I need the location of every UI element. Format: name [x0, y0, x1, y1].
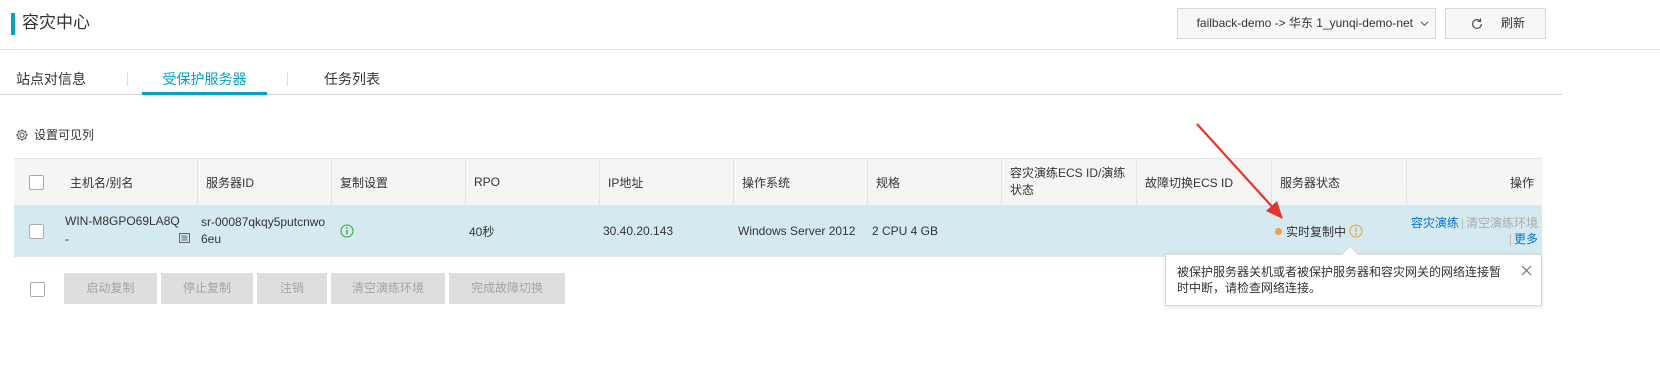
replication-settings-cell [340, 206, 354, 256]
column-divider [1136, 159, 1137, 207]
row-actions-line-1: 容灾演练 | 清空演练环境 [1411, 215, 1538, 231]
tab-divider [127, 72, 128, 86]
close-icon[interactable] [1521, 265, 1532, 276]
column-settings-label: 设置可见列 [34, 128, 95, 142]
tab-divider [287, 72, 288, 86]
tab-task-list[interactable]: 任务列表 [310, 64, 394, 95]
column-header-spec: 规格 [876, 175, 901, 190]
column-header-os: 操作系统 [742, 175, 791, 190]
dr-drill-link[interactable]: 容灾演练 [1411, 216, 1459, 230]
bulk-select-checkbox[interactable] [30, 282, 45, 297]
select-all-checkbox[interactable] [29, 174, 44, 190]
table-row: WIN-M8GPO69LA8Q - sr-00087qkqy5putcnwo6e… [14, 206, 1542, 257]
server-status-text: 实时复制中 [1286, 224, 1347, 239]
deregister-button[interactable]: 注销 [257, 273, 327, 304]
page-header: 容灾中心 failback-demo -> 华东 1_yunqi-demo-ne… [0, 0, 1660, 50]
ip-cell: 30.40.20.143 [603, 224, 674, 238]
gear-icon [16, 129, 28, 141]
server-id-text: sr-00087qkqy5putcnwo6eu [201, 215, 326, 246]
column-divider [1271, 159, 1272, 207]
spec-cell: 2 CPU 4 GB [872, 224, 939, 238]
column-divider [733, 159, 734, 207]
column-header-actions: 操作 [1509, 175, 1534, 190]
warning-icon[interactable] [1349, 224, 1363, 238]
site-pair-select[interactable]: failback-demo -> 华东 1_yunqi-demo-net [1177, 8, 1436, 39]
title-accent-bar [11, 13, 15, 35]
status-dot [1275, 227, 1282, 235]
column-header-ip: IP地址 [608, 175, 644, 190]
hostname-cell: WIN-M8GPO69LA8Q - [65, 212, 195, 248]
page-title: 容灾中心 [22, 13, 90, 32]
clear-drill-link[interactable]: 清空演练环境 [1466, 216, 1538, 230]
column-divider [1001, 159, 1002, 207]
column-divider [331, 159, 332, 207]
site-pair-select-value: failback-demo -> 华东 1_yunqi-demo-net [1196, 16, 1413, 30]
column-header-server-id: 服务器ID [206, 175, 255, 190]
column-divider [599, 159, 600, 207]
tooltip-text: 被保护服务器关机或者被保护服务器和容灾网关的网络连接暂时中断，请检查网络连接。 [1177, 265, 1502, 295]
column-header-server-status: 服务器状态 [1280, 175, 1341, 190]
row-actions: 容灾演练 | 清空演练环境 | 更多 [1411, 215, 1538, 247]
refresh-label: 刷新 [1501, 16, 1526, 30]
edit-alias-icon[interactable] [179, 233, 190, 243]
tab-bar: 站点对信息 受保护服务器 任务列表 [0, 64, 1562, 95]
row-checkbox[interactable] [29, 223, 44, 239]
clear-drill-env-button[interactable]: 清空演练环境 [331, 273, 445, 304]
tab-site-pair-info[interactable]: 站点对信息 [0, 64, 102, 95]
action-separator: | [1460, 216, 1464, 230]
rpo-cell: 40秒 [469, 224, 495, 239]
column-header-hostname: 主机名/别名 [70, 175, 134, 190]
info-icon[interactable] [340, 224, 354, 238]
refresh-icon [1472, 18, 1482, 29]
column-divider [465, 159, 466, 207]
more-actions-link[interactable]: 更多 [1514, 232, 1538, 246]
chevron-down-icon [1420, 21, 1429, 27]
hostname-text: WIN-M8GPO69LA8Q [65, 214, 180, 228]
server-id-cell: sr-00087qkqy5putcnwo6eu [201, 206, 329, 256]
column-header-replication-settings: 复制设置 [340, 175, 389, 190]
start-replication-button[interactable]: 启动复制 [64, 273, 157, 304]
table-header: 主机名/别名 服务器ID 复制设置 RPO IP地址 操作系统 规格 容灾演练E… [14, 158, 1542, 207]
column-header-drill-ecs: 容灾演练ECS ID/演练状态 [1010, 159, 1136, 205]
column-header-failover-ecs: 故障切换ECS ID [1145, 175, 1234, 190]
column-divider [197, 159, 198, 207]
os-cell: Windows Server 2012 [738, 224, 856, 238]
column-header-drill-ecs-text: 容灾演练ECS ID/演练状态 [1010, 166, 1126, 197]
header-select-all-cell [29, 159, 44, 205]
row-select-cell [29, 206, 44, 256]
column-divider [1406, 159, 1407, 207]
column-divider [867, 159, 868, 207]
tab-protected-servers[interactable]: 受保护服务器 [142, 64, 267, 95]
column-header-rpo: RPO [474, 175, 501, 189]
stop-replication-button[interactable]: 停止复制 [161, 273, 253, 304]
alias-text: - [65, 232, 69, 246]
action-separator: | [1508, 232, 1512, 246]
refresh-button[interactable]: 刷新 [1445, 8, 1546, 39]
row-actions-line-2: | 更多 [1411, 231, 1538, 247]
status-tooltip: 被保护服务器关机或者被保护服务器和容灾网关的网络连接暂时中断，请检查网络连接。 [1165, 245, 1542, 306]
complete-failover-button[interactable]: 完成故障切换 [449, 273, 565, 304]
